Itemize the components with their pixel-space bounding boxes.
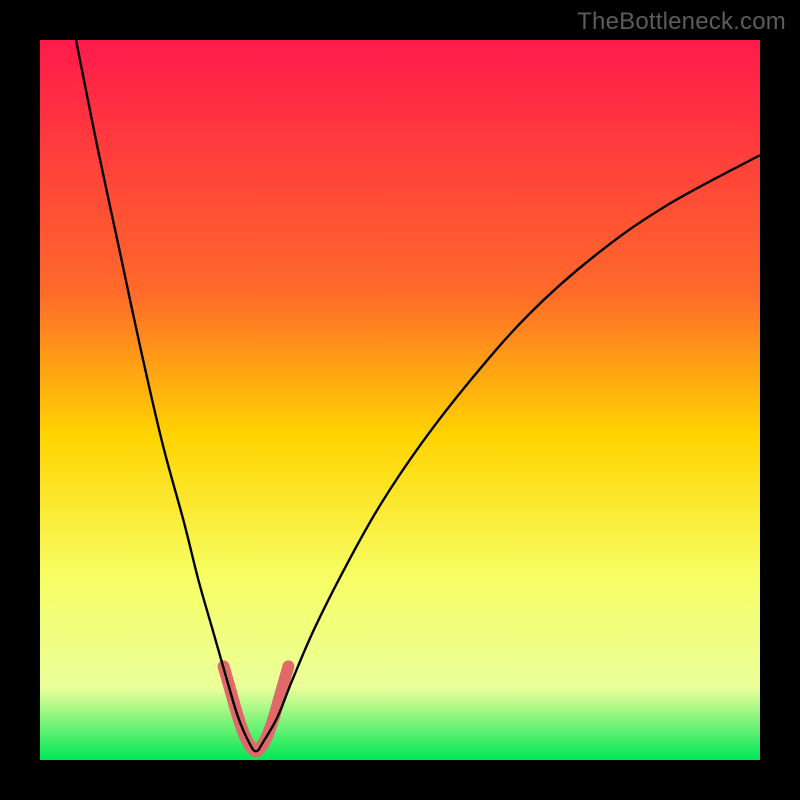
plot-area: [40, 40, 760, 760]
chart-svg: [40, 40, 760, 760]
chart-frame: TheBottleneck.com: [0, 0, 800, 800]
watermark-text: TheBottleneck.com: [577, 8, 786, 36]
chart-background: [40, 40, 760, 760]
